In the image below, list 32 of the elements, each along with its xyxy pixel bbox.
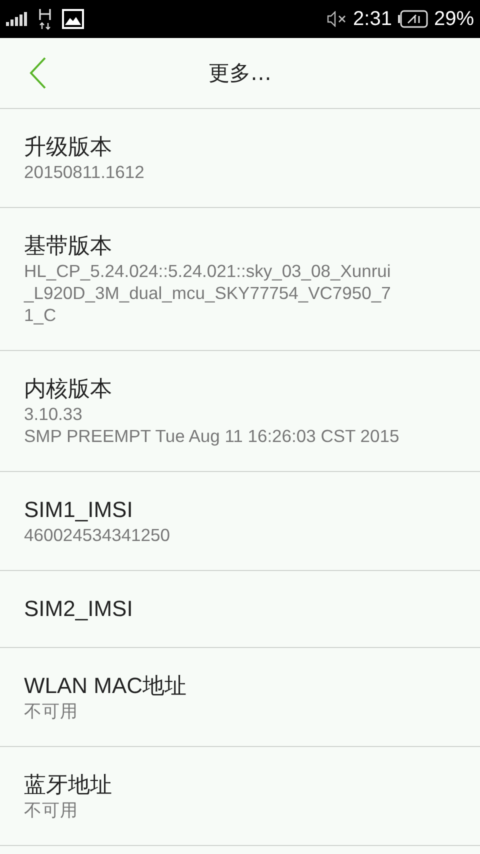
clock-time: 2:31 xyxy=(353,8,392,30)
item-title: WLAN MAC地址 xyxy=(24,672,188,700)
item-title: 内核版本 xyxy=(24,375,113,403)
item-value: SMP PREEMPT Tue Aug 11 16:26:03 CST 2015 xyxy=(24,425,400,447)
battery-percent: 29% xyxy=(434,8,474,30)
data-h-icon xyxy=(38,8,52,30)
settings-item[interactable]: 内核版本 3.10.33 SMP PREEMPT Tue Aug 11 16:26:03 CST 2015 xyxy=(0,351,480,472)
signal-icon xyxy=(6,12,28,26)
settings-item[interactable]: 升级版本 20150811.1612 xyxy=(0,109,480,208)
item-value: 1_C xyxy=(24,304,58,326)
settings-item[interactable]: SIM1_IMSI 460024534341250 xyxy=(0,472,480,571)
item-value: HL_CP_5.24.024::5.24.021::sky_03_08_Xunrui xyxy=(24,260,392,282)
item-value: 460024534341250 xyxy=(24,524,171,546)
item-value: 20150811.1612 xyxy=(24,161,146,183)
item-title: SIM1_IMSI xyxy=(24,496,134,524)
settings-item[interactable]: WLAN MAC地址 不可用 xyxy=(0,648,480,747)
item-title: 基带版本 xyxy=(24,232,113,260)
settings-item[interactable]: 基带版本 HL_CP_5.24.024::5.24.021::sky_03_08_Xunrui _L920D_3M_dual_mcu_SKY77754_VC7950_7 1_C xyxy=(0,208,480,351)
item-value: 3.10.33 xyxy=(24,403,84,425)
mute-icon xyxy=(327,11,348,27)
item-value: 不可用 xyxy=(24,799,79,821)
back-button[interactable] xyxy=(28,56,48,90)
item-title: 升级版本 xyxy=(24,133,113,161)
item-value: _L920D_3M_dual_mcu_SKY77754_VC7950_7 xyxy=(24,282,392,304)
item-value: 不可用 xyxy=(24,700,79,722)
item-title: 蓝牙地址 xyxy=(24,771,113,799)
page-title: 更多… xyxy=(208,60,272,87)
settings-item[interactable]: SIM2_IMSI xyxy=(0,571,480,648)
item-title: SIM2_IMSI xyxy=(24,595,134,623)
image-icon xyxy=(62,9,84,29)
battery-icon xyxy=(398,10,428,28)
settings-item[interactable]: 蓝牙地址 不可用 xyxy=(0,747,480,846)
